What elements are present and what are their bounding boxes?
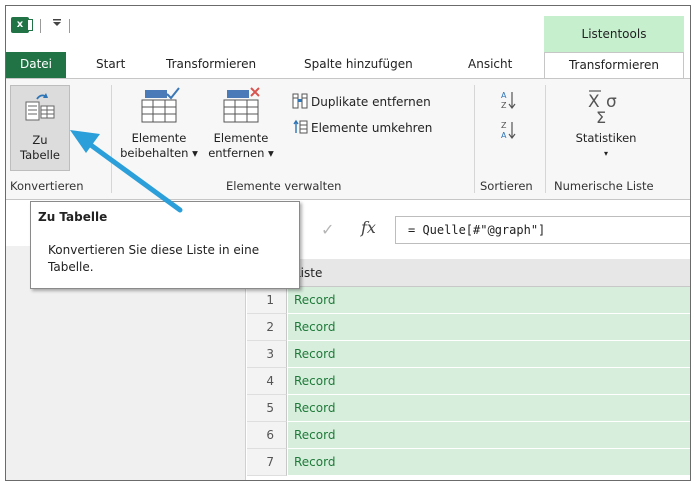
table-row[interactable]: 4 Record xyxy=(247,368,690,395)
keep-rows-icon xyxy=(137,87,181,127)
elemente-entfernen-button[interactable]: Elemente entfernen ▾ xyxy=(202,87,280,169)
tab-datei[interactable]: Datei xyxy=(6,52,66,78)
duplikate-entfernen-button[interactable]: Duplikate entfernen xyxy=(292,93,431,112)
confirm-icon[interactable]: ✓ xyxy=(321,220,334,239)
row-number: 5 xyxy=(247,395,287,422)
record-cell[interactable]: Record xyxy=(288,395,690,422)
window: x Listentools Datei Start Transformieren… xyxy=(5,5,691,481)
row-number: 4 xyxy=(247,368,287,395)
fx-icon[interactable]: fx xyxy=(361,218,376,237)
context-tab-listentools: Listentools xyxy=(544,16,684,52)
sort-descending-icon: ZA xyxy=(500,121,518,144)
svg-text:Z: Z xyxy=(501,101,507,110)
group-separator xyxy=(111,85,112,193)
record-cell[interactable]: Record xyxy=(288,422,690,449)
beibehalten-label-2: beibehalten ▾ xyxy=(120,146,198,160)
statistics-icon: X σ Σ xyxy=(584,87,628,127)
beibehalten-label-1: Elemente xyxy=(131,131,187,145)
umkehren-label: Elemente umkehren xyxy=(311,121,433,135)
group-separator xyxy=(474,85,475,193)
statistiken-caret: ▾ xyxy=(603,149,608,158)
ribbon: Zu Tabelle Konvertieren Elemente beibeha… xyxy=(6,78,690,200)
title-bar: x Listentools xyxy=(6,6,690,52)
to-table-icon xyxy=(23,91,57,125)
remove-rows-icon xyxy=(219,87,263,127)
row-number: 7 xyxy=(247,449,287,476)
sort-ascending-button[interactable]: AZ xyxy=(500,89,518,114)
svg-text:A: A xyxy=(501,131,507,140)
table-row[interactable]: 7 Record xyxy=(247,449,690,476)
group-label-numerische-liste: Numerische Liste xyxy=(554,179,654,193)
tab-ansicht[interactable]: Ansicht xyxy=(468,52,512,78)
entfernen-label-2: entfernen ▾ xyxy=(208,146,274,160)
sort-ascending-icon: AZ xyxy=(500,91,518,114)
row-number: 2 xyxy=(247,314,287,341)
column-header-liste[interactable]: Liste xyxy=(288,259,690,287)
tooltip-body: Konvertieren Sie diese Liste in eine Tab… xyxy=(48,243,260,274)
statistiken-button[interactable]: X σ Σ Statistiken ▾ xyxy=(556,87,656,169)
svg-text:A: A xyxy=(501,91,507,100)
group-label-konvertieren: Konvertieren xyxy=(10,179,84,193)
qat-separator xyxy=(69,19,70,33)
tab-transformieren[interactable]: Transformieren xyxy=(166,52,256,78)
svg-text:σ: σ xyxy=(606,92,617,112)
record-cell[interactable]: Record xyxy=(288,449,690,476)
zu-tabelle-label-2: Tabelle xyxy=(19,148,60,162)
row-number: 3 xyxy=(247,341,287,368)
table-row[interactable]: 6 Record xyxy=(247,422,690,449)
record-cell[interactable]: Record xyxy=(288,341,690,368)
group-label-elemente-verwalten: Elemente verwalten xyxy=(226,179,342,193)
record-cell[interactable]: Record xyxy=(288,287,690,314)
table-row[interactable]: 1 Record xyxy=(247,287,690,314)
row-number: 6 xyxy=(247,422,287,449)
tab-start[interactable]: Start xyxy=(96,52,125,78)
svg-text:Σ: Σ xyxy=(596,108,606,127)
excel-icon[interactable]: x xyxy=(11,17,33,33)
tab-listentools-transformieren[interactable]: Transformieren xyxy=(544,52,684,78)
tooltip: Zu Tabelle Konvertieren Sie diese Liste … xyxy=(30,201,300,289)
remove-duplicates-icon xyxy=(292,93,308,112)
table-row[interactable]: 3 Record xyxy=(247,341,690,368)
statistiken-label: Statistiken xyxy=(575,131,637,145)
customize-qat-icon[interactable] xyxy=(52,16,62,31)
zu-tabelle-button[interactable]: Zu Tabelle xyxy=(10,85,70,171)
zu-tabelle-label-1: Zu xyxy=(32,133,48,147)
row-number: 1 xyxy=(247,287,287,314)
tab-spalte-hinzufuegen[interactable]: Spalte hinzufügen xyxy=(304,52,413,78)
record-cell[interactable]: Record xyxy=(288,314,690,341)
elemente-umkehren-button[interactable]: Elemente umkehren xyxy=(292,119,432,138)
table-row[interactable]: 2 Record xyxy=(247,314,690,341)
reverse-rows-icon xyxy=(292,119,308,138)
svg-text:Z: Z xyxy=(501,121,507,130)
elemente-beibehalten-button[interactable]: Elemente beibehalten ▾ xyxy=(116,87,202,169)
qat-separator xyxy=(40,19,41,33)
entfernen-label-1: Elemente xyxy=(213,131,269,145)
record-cell[interactable]: Record xyxy=(288,368,690,395)
sort-descending-button[interactable]: ZA xyxy=(500,119,518,144)
table-row[interactable]: 5 Record xyxy=(247,395,690,422)
ribbon-tabs: Datei Start Transformieren Spalte hinzuf… xyxy=(6,52,690,78)
tooltip-title: Zu Tabelle xyxy=(38,210,108,224)
formula-input[interactable]: = Quelle[#"@graph"] xyxy=(395,216,690,244)
duplikate-label: Duplikate entfernen xyxy=(311,95,431,109)
group-separator xyxy=(545,85,546,193)
group-label-sortieren: Sortieren xyxy=(480,179,533,193)
